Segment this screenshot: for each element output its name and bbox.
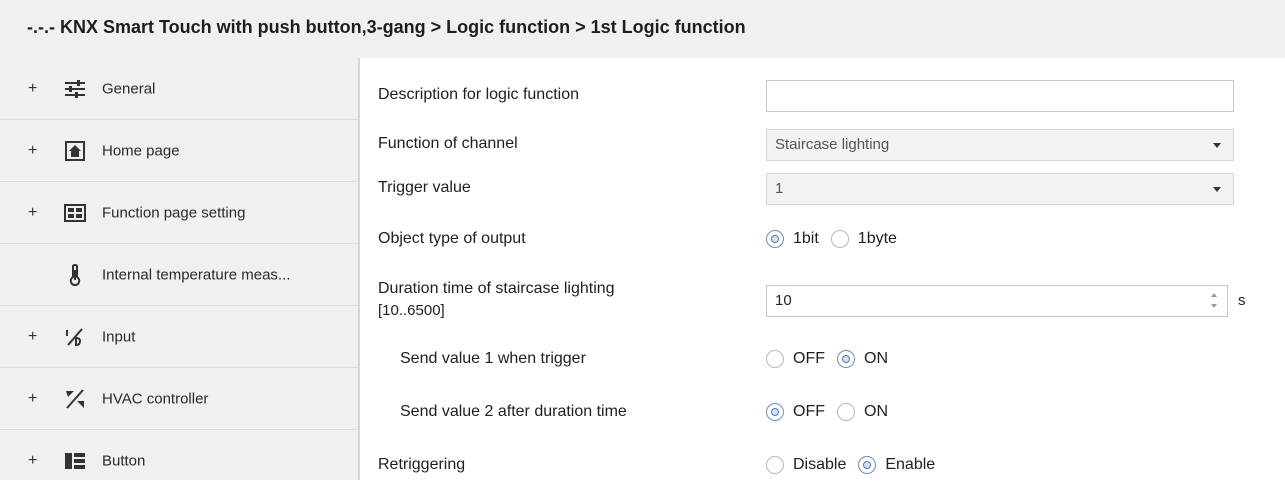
radio-indicator xyxy=(766,456,784,474)
expand-icon[interactable]: + xyxy=(28,328,40,346)
sidebar-item-hvac-controller[interactable]: + HVAC controller xyxy=(0,368,358,430)
chevron-down-icon xyxy=(1213,187,1221,192)
radio-off[interactable]: OFF xyxy=(766,403,825,421)
radio-label: Enable xyxy=(885,456,936,473)
radio-on[interactable]: ON xyxy=(837,350,888,368)
sidebar-item-label: Home page xyxy=(102,142,180,159)
param-label: Send value 2 after duration time xyxy=(400,403,627,420)
sidebar-item-internal-temperature[interactable]: Internal temperature meas... xyxy=(0,244,358,306)
input-icon xyxy=(63,325,87,349)
spinner-icon[interactable] xyxy=(1209,290,1219,312)
sidebar-item-label: Input xyxy=(102,328,136,345)
sidebar-item-general[interactable]: + General xyxy=(0,58,358,120)
param-label: Retriggering xyxy=(378,456,466,473)
sidebar-item-home-page[interactable]: + Home page xyxy=(0,120,358,182)
radio-indicator xyxy=(766,403,784,421)
radio-indicator xyxy=(766,230,784,248)
radio-indicator xyxy=(858,456,877,474)
radio-disable[interactable]: Disable xyxy=(766,456,846,474)
trigger-value-select[interactable]: 1 xyxy=(766,173,1234,205)
param-label: Description for logic function xyxy=(378,86,579,103)
description-input[interactable] xyxy=(766,80,1234,112)
radio-indicator xyxy=(837,350,855,368)
hvac-icon xyxy=(63,387,87,411)
input-value: 10 xyxy=(775,292,792,309)
home-icon xyxy=(63,139,87,163)
expand-icon[interactable]: + xyxy=(28,142,40,160)
function-of-channel-select[interactable]: Staircase lighting xyxy=(766,129,1234,161)
button-icon xyxy=(63,449,87,473)
radio-label: 1byte xyxy=(857,230,897,247)
sidebar: + General + Home page + Function page se… xyxy=(0,58,360,480)
expand-icon[interactable]: + xyxy=(28,452,40,470)
radio-indicator xyxy=(766,350,784,368)
sidebar-item-label: HVAC controller xyxy=(102,390,209,407)
radio-enable[interactable]: Enable xyxy=(858,456,935,474)
sidebar-item-label: Button xyxy=(102,452,146,470)
radio-1bit[interactable]: 1bit xyxy=(766,230,819,248)
send-value-1-radio-group: OFF ON xyxy=(766,350,900,368)
sidebar-item-label: Function page setting xyxy=(102,204,246,221)
object-type-radio-group: 1bit 1byte xyxy=(766,230,909,248)
duration-input[interactable]: 10 xyxy=(766,285,1228,317)
sliders-icon xyxy=(63,77,87,101)
expand-icon[interactable]: + xyxy=(28,204,40,222)
chevron-down-icon xyxy=(1213,143,1221,148)
expand-icon[interactable]: + xyxy=(28,390,40,408)
param-range-label: [10..6500] xyxy=(378,302,445,319)
window-title: -.-.- KNX Smart Touch with push button,3… xyxy=(0,0,1285,58)
unit-label: s xyxy=(1238,292,1246,309)
radio-indicator xyxy=(830,230,849,248)
radio-label: ON xyxy=(864,350,888,367)
thermometer-icon xyxy=(63,263,87,287)
sidebar-item-function-page-setting[interactable]: + Function page setting xyxy=(0,182,358,244)
parameter-panel: Description for logic function Function … xyxy=(360,58,1285,480)
radio-label: OFF xyxy=(793,350,825,367)
radio-label: ON xyxy=(864,403,888,420)
radio-label: OFF xyxy=(793,403,825,420)
radio-on[interactable]: ON xyxy=(837,403,888,421)
param-label: Trigger value xyxy=(378,179,471,196)
radio-off[interactable]: OFF xyxy=(766,350,825,368)
param-label: Send value 1 when trigger xyxy=(400,350,586,367)
sidebar-item-button[interactable]: + Button xyxy=(0,430,358,492)
expand-icon[interactable]: + xyxy=(28,80,40,98)
radio-indicator xyxy=(837,403,855,421)
param-label: Object type of output xyxy=(378,230,526,247)
param-label: Duration time of staircase lighting xyxy=(378,280,615,297)
grid-icon xyxy=(63,201,87,225)
param-label: Function of channel xyxy=(378,135,518,152)
sidebar-item-label: General xyxy=(102,80,156,97)
radio-label: Disable xyxy=(793,456,847,473)
sidebar-item-input[interactable]: + Input xyxy=(0,306,358,368)
retriggering-radio-group: Disable Enable xyxy=(766,456,947,474)
select-value: 1 xyxy=(775,180,784,197)
sidebar-item-label: Internal temperature meas... xyxy=(102,266,291,283)
select-value: Staircase lighting xyxy=(775,136,890,153)
radio-label: 1bit xyxy=(793,230,819,247)
send-value-2-radio-group: OFF ON xyxy=(766,403,900,421)
radio-1byte[interactable]: 1byte xyxy=(830,230,897,248)
